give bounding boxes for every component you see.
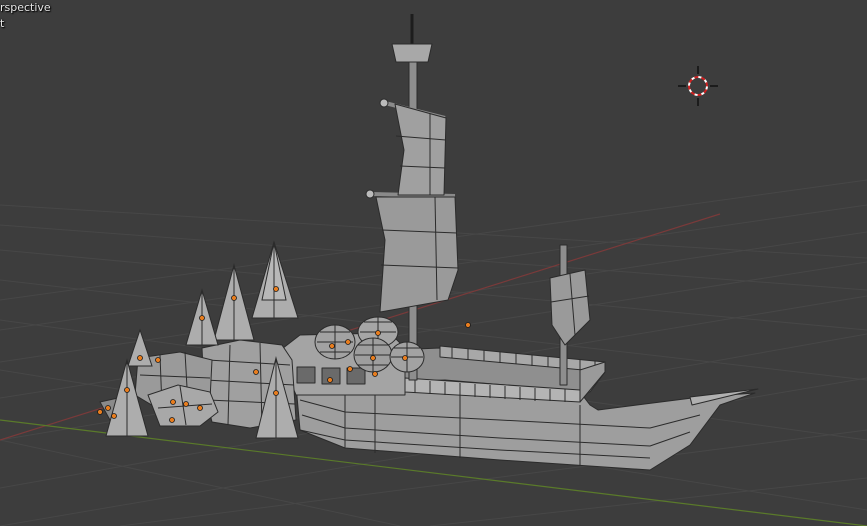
ship-mesh[interactable]	[274, 14, 759, 471]
viewport-scene[interactable]	[0, 0, 867, 526]
3d-cursor-icon[interactable]	[678, 66, 718, 106]
active-object-label: t	[0, 17, 5, 30]
3d-viewport[interactable]: rspective t	[0, 0, 867, 526]
view-perspective-label: rspective	[0, 1, 51, 14]
